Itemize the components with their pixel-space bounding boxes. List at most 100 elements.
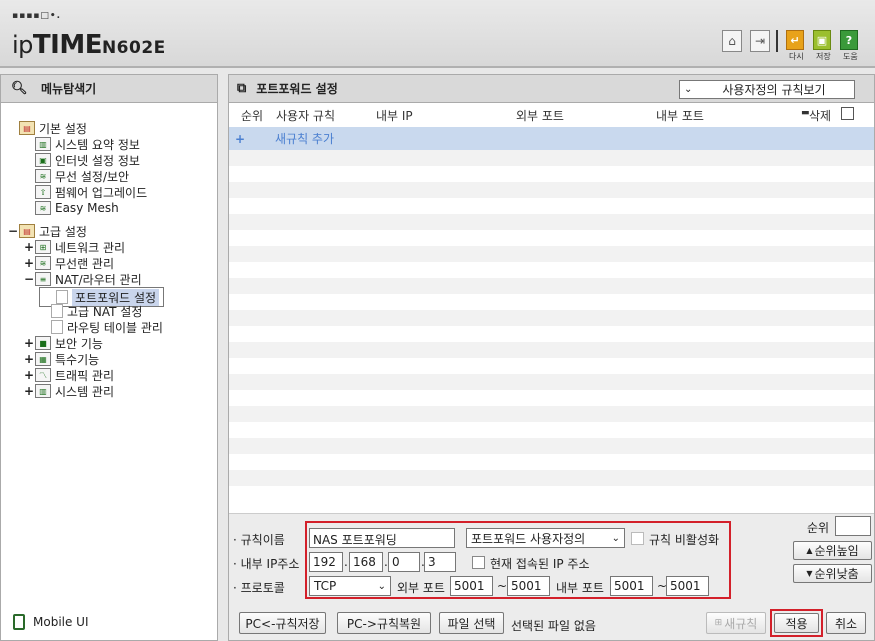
rule-name-input[interactable]: NAS 포트포워딩 [309, 528, 455, 548]
tree-item-0[interactable]: ▤ 기본 설정 [7, 120, 87, 136]
rule-name-label: · 규칙이름 [233, 533, 285, 547]
priority-label: 순위 [807, 521, 830, 535]
table-row [229, 454, 874, 470]
table-row [229, 422, 874, 438]
priority-down-button[interactable]: ▼ 순위낮춤 [793, 564, 872, 583]
table-row [229, 406, 874, 422]
tree-item-7[interactable]: + ⊞ 네트워크 관리 [23, 239, 125, 255]
plus-icon: ⊞ [714, 618, 723, 628]
expand-icon[interactable]: + [23, 368, 35, 382]
protocol-label: · 프로토콜 [233, 581, 285, 595]
external-port-to[interactable]: 5001 [507, 576, 550, 596]
disable-rule-checkbox[interactable] [631, 532, 644, 545]
expand-icon[interactable]: + [23, 352, 35, 366]
logo-dots: ▪▪▪▪□•. [12, 11, 62, 21]
external-port-from[interactable]: 5001 [450, 576, 493, 596]
tree-item-6[interactable]: − ▤ 고급 설정 [7, 223, 87, 239]
tree-item-12[interactable]: 라우팅 테이블 관리 [39, 319, 163, 335]
tree-item-label: 기본 설정 [39, 121, 87, 136]
priority-input[interactable] [835, 516, 871, 536]
protocol-select[interactable]: TCP ⌄ [309, 576, 391, 596]
rule-type-select[interactable]: 포트포워드 사용자정의 ⌄ [466, 528, 625, 548]
new-rule-button[interactable]: ⊞ 새규칙 [706, 612, 766, 634]
internal-ip-label: · 내부 IP주소 [233, 557, 300, 571]
monitor-icon: ▣ [35, 153, 51, 167]
tree-item-16[interactable]: + ▥ 시스템 관리 [23, 383, 114, 399]
tree-item-15[interactable]: + 〽 트래픽 관리 [23, 367, 114, 383]
table-row [229, 198, 874, 214]
ip-octet-4[interactable]: 3 [424, 552, 456, 572]
tree-item-label: 펌웨어 업그레이드 [55, 185, 148, 200]
internal-port-to[interactable]: 5001 [666, 576, 709, 596]
expand-icon[interactable]: + [23, 384, 35, 398]
cancel-button[interactable]: 취소 [826, 612, 866, 634]
special-icon: ▦ [35, 352, 51, 366]
view-rules-select[interactable]: ⌄ 사용자정의 규칙보기 [679, 80, 855, 99]
table-row [229, 374, 874, 390]
tree-item-label: Easy Mesh [55, 201, 119, 215]
tree-item-2[interactable]: ▣ 인터넷 설정 정보 [23, 152, 140, 168]
ip-octet-3[interactable]: 0 [388, 552, 420, 572]
home-icon[interactable]: ⌂ [722, 30, 742, 52]
traffic-icon: 〽 [35, 368, 51, 382]
refresh-icon[interactable]: ↵ [786, 30, 804, 50]
table-row [229, 326, 874, 342]
logout-icon[interactable]: ⇥ [750, 30, 770, 52]
mobile-ui-link[interactable]: Mobile UI [13, 614, 89, 630]
external-port-label: 외부 포트 [397, 581, 445, 595]
current-ip-checkbox[interactable] [472, 556, 485, 569]
tree-item-4[interactable]: ⇧ 펌웨어 업그레이드 [23, 184, 147, 200]
tree-item-14[interactable]: + ▦ 특수기능 [23, 351, 99, 367]
menu-explorer: 🔍︎ 메뉴탐색기 ▤ 기본 설정 ▥ 시스템 요약 정보 ▣ 인터넷 설정 정보 ≋ 무선 설… [0, 74, 218, 641]
table-row [229, 358, 874, 374]
save-icon[interactable]: ▣ [813, 30, 831, 50]
chevron-down-icon: ⌄ [611, 532, 620, 544]
tree-item-1[interactable]: ▥ 시스템 요약 정보 [23, 136, 140, 152]
new-rule-row[interactable]: + 새규칙 추가 [229, 127, 874, 150]
port-forward-panel: ⧉ 포트포워드 설정 ⌄ 사용자정의 규칙보기 순위 사용자 규칙 내부 IP … [228, 74, 875, 641]
help-icon[interactable]: ? [840, 30, 858, 50]
restore-rules-from-pc-button[interactable]: PC->규칙복원 [337, 612, 431, 634]
table-row [229, 390, 874, 406]
table-row [229, 278, 874, 294]
ip-octet-2[interactable]: 168 [349, 552, 383, 572]
tree-item-3[interactable]: ≋ 무선 설정/보안 [23, 168, 129, 184]
table-row [229, 150, 874, 166]
help-label: 도움 [843, 52, 858, 61]
logo: ipTIMEN602E [12, 30, 166, 60]
chevron-down-icon: ⌄ [684, 84, 693, 95]
page-icon [51, 320, 63, 334]
collapse-icon[interactable]: − [7, 224, 19, 238]
upgrade-icon: ⇧ [35, 185, 51, 199]
table-row [229, 310, 874, 326]
logo-model: N602E [101, 38, 166, 58]
current-ip-label: 현재 접속된 IP 주소 [490, 557, 590, 571]
folder-icon: ▤ [19, 224, 35, 238]
expand-icon[interactable]: + [23, 240, 35, 254]
file-select-button[interactable]: 파일 선택 [439, 612, 504, 634]
tree-item-8[interactable]: + ≋ 무선랜 관리 [23, 255, 114, 271]
no-file-label: 선택된 파일 없음 [511, 619, 596, 633]
expand-icon[interactable]: + [23, 336, 35, 350]
collapse-icon[interactable]: − [23, 272, 35, 286]
save-rules-to-pc-button[interactable]: PC<-규칙저장 [239, 612, 326, 634]
lock-icon: ■ [35, 336, 51, 350]
tree-item-label: 인터넷 설정 정보 [55, 153, 140, 168]
tree-item-13[interactable]: + ■ 보안 기능 [23, 335, 103, 351]
new-rule-label: 새규칙 추가 [275, 132, 335, 146]
col-internal-port: 내부 포트 [656, 109, 704, 123]
tree-item-9[interactable]: − ≡ NAT/라우터 관리 [23, 271, 142, 287]
expand-icon[interactable]: + [23, 256, 35, 270]
apply-button[interactable]: 적용 [774, 613, 819, 633]
internal-port-from[interactable]: 5001 [610, 576, 653, 596]
tree-item-5[interactable]: ≋ Easy Mesh [23, 200, 119, 216]
network-icon: ⊞ [35, 240, 51, 254]
tree-item-11[interactable]: 고급 NAT 설정 [39, 303, 142, 319]
ip-octet-1[interactable]: 192 [309, 552, 343, 572]
menu-explorer-title: 🔍︎ 메뉴탐색기 [1, 75, 217, 103]
rule-form-area: · 규칙이름 NAS 포트포워딩 포트포워드 사용자정의 ⌄ 규칙 비활성화 ·… [229, 513, 874, 640]
priority-up-button[interactable]: ▲ 순위높임 [793, 541, 872, 560]
delete-all-checkbox[interactable] [841, 107, 854, 120]
tree-item-label: 고급 설정 [39, 224, 87, 239]
wifi-icon: ≋ [35, 201, 51, 215]
